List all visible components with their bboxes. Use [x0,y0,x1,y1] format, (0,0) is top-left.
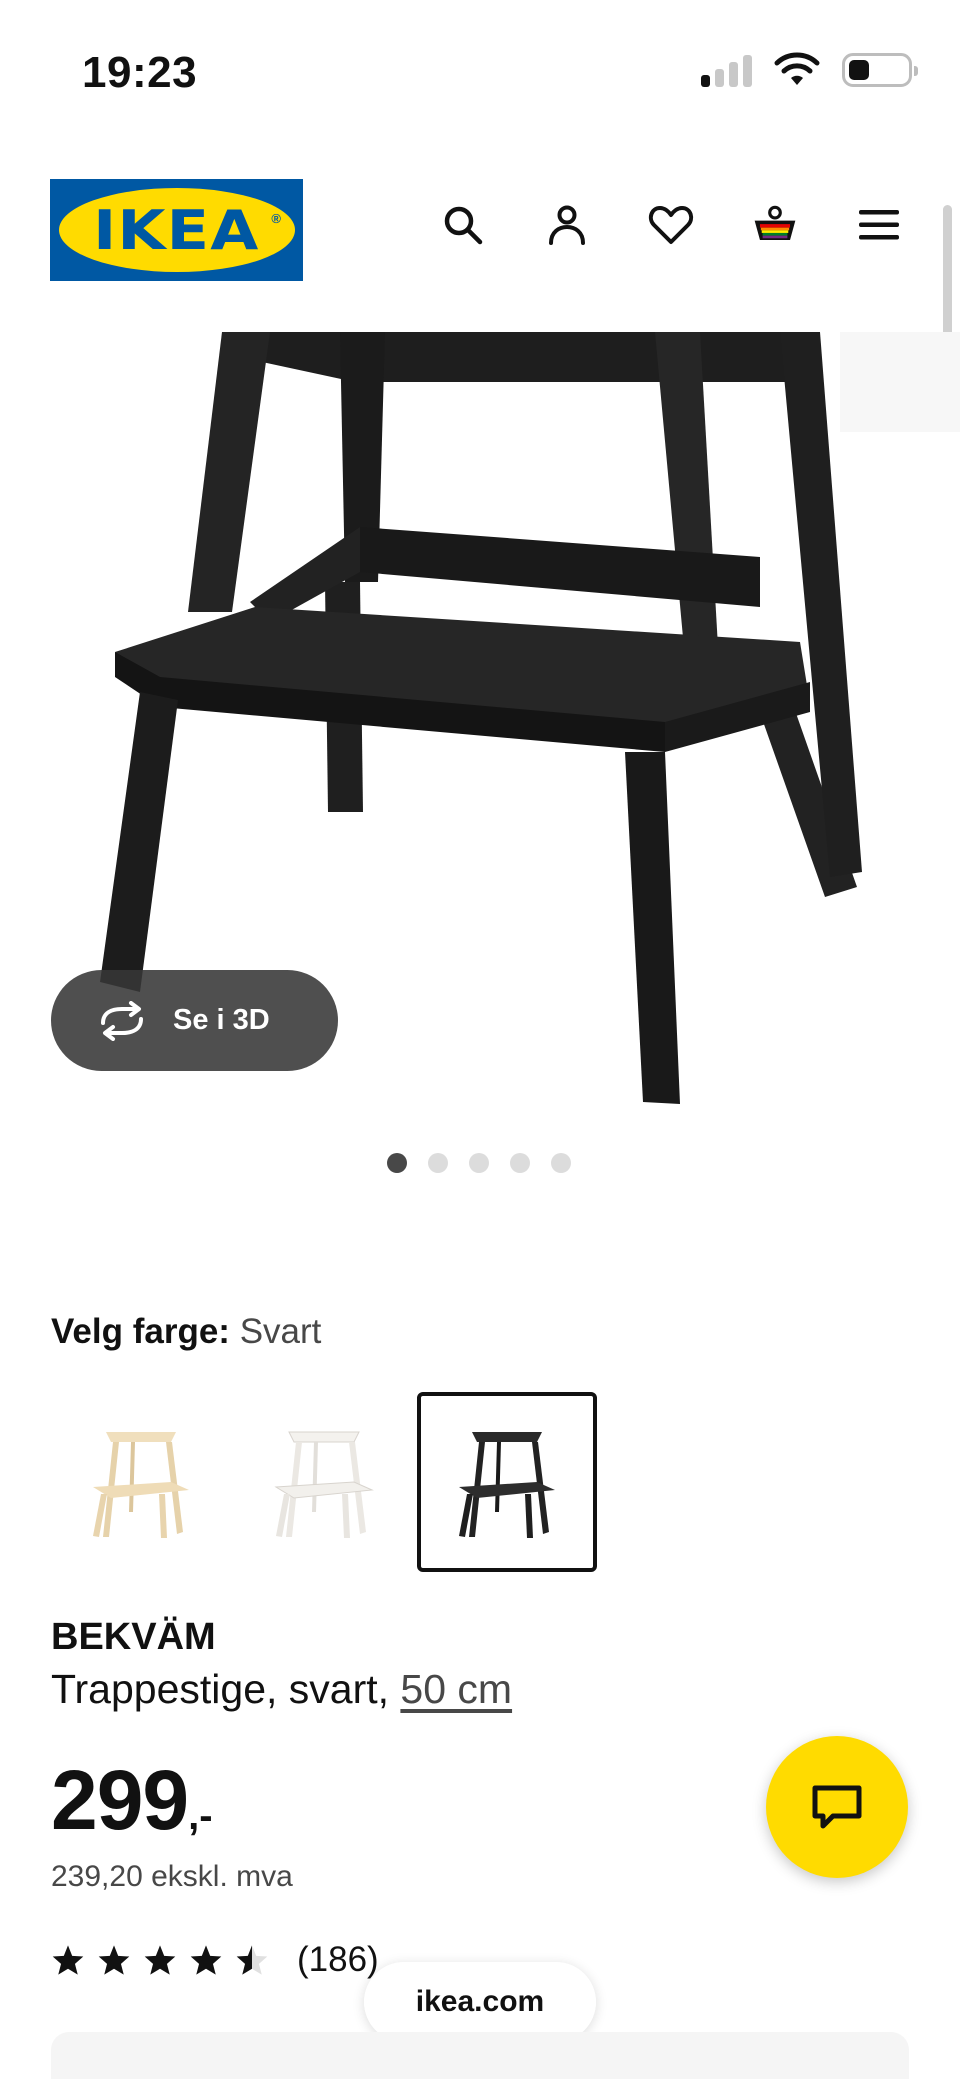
bottom-info-card [51,2032,909,2079]
star-icon [144,1945,176,1975]
color-heading: Velg farge: Svart [51,1312,321,1352]
site-header: IKEA ® [0,150,960,310]
price-suffix: ,- [188,1794,213,1838]
user-icon[interactable] [544,202,590,248]
view-in-3d-button[interactable]: Se i 3D [51,970,338,1071]
carousel-dot-3[interactable] [469,1153,489,1173]
product-rating[interactable]: (186) [51,1940,379,1980]
carousel-dot-5[interactable] [551,1153,571,1173]
battery-icon [842,53,918,87]
view-in-3d-label: Se i 3D [173,1004,270,1036]
search-icon[interactable] [440,202,486,248]
price-main: 299 [51,1753,189,1847]
header-icons [440,202,902,248]
step-stool-white-thumbnail [274,1431,374,1538]
logo-text: IKEA [93,198,260,262]
product-name: BEKVÄM [51,1616,216,1658]
price-excluding-vat: 239,20 ekskl. mva [51,1860,293,1893]
chat-button[interactable] [766,1736,908,1878]
product-description: Trappestige, svart, 50 cm [51,1666,512,1713]
chat-icon [812,1785,862,1829]
status-icons [701,52,918,88]
star-icon [190,1945,222,1975]
cart-icon[interactable] [752,202,798,248]
star-icon [98,1945,130,1975]
half-star-icon [236,1945,268,1975]
logo-oval: IKEA [58,188,295,272]
star-icon [52,1945,84,1975]
swatch-birch[interactable] [51,1392,231,1572]
heart-icon[interactable] [648,202,694,248]
logo-registered-mark: ® [271,211,281,226]
carousel-dot-2[interactable] [428,1153,448,1173]
color-swatches [51,1392,597,1572]
color-label: Velg farge: [51,1312,230,1351]
product-description-text: Trappestige, svart, [51,1666,401,1712]
cellular-signal-icon [701,53,752,87]
browser-url-pill[interactable]: ikea.com [364,1962,596,2042]
carousel-dot-1[interactable] [387,1153,407,1173]
swatch-white[interactable] [234,1392,414,1572]
carousel-dot-4[interactable] [510,1153,530,1173]
step-stool-birch-thumbnail [93,1432,189,1538]
ikea-logo[interactable]: IKEA ® [50,179,303,281]
wifi-icon [774,52,820,85]
color-selected-value: Svart [239,1312,322,1351]
product-size-link[interactable]: 50 cm [400,1666,512,1712]
step-stool-black-thumbnail [459,1432,555,1538]
swatch-black[interactable] [417,1392,597,1572]
carousel-dots [387,1153,571,1173]
product-price: 299 ,- [51,1752,213,1849]
status-time: 19:23 [82,48,198,97]
menu-icon[interactable] [856,202,902,248]
rating-count: (186) [297,1940,379,1979]
status-bar: 19:23 [0,0,960,150]
rotate-3d-icon [101,1000,143,1041]
rating-stars [51,1944,269,1976]
